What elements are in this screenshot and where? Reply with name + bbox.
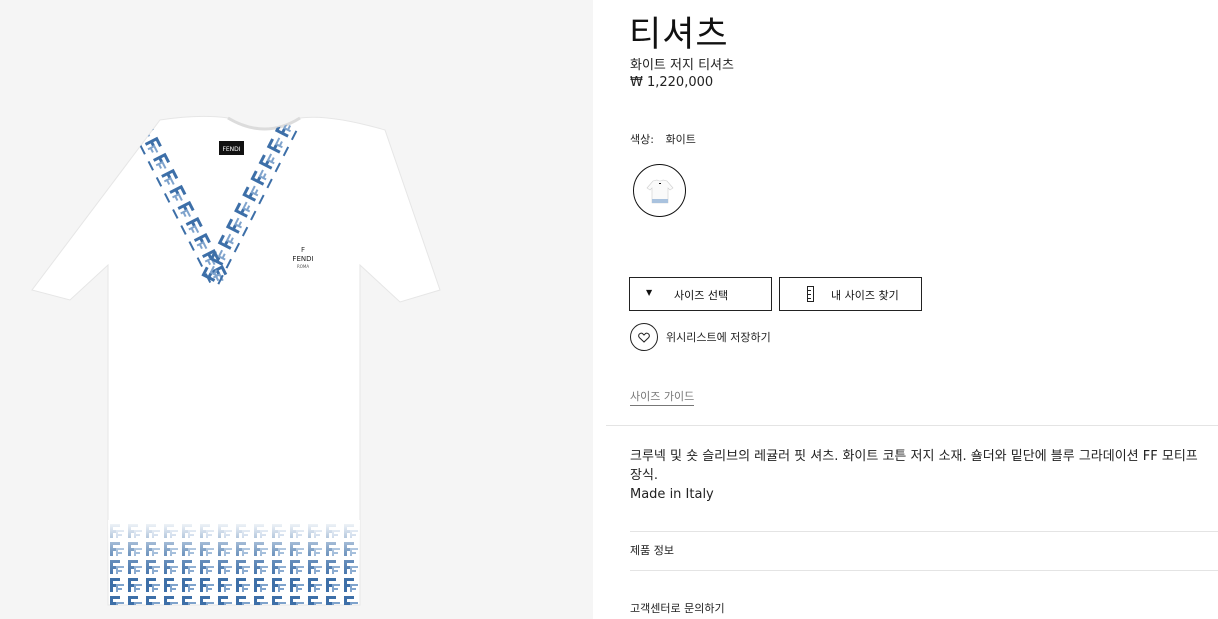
find-my-size-button[interactable]: 내 사이즈 찾기 [779, 277, 922, 311]
wishlist-button[interactable]: 위시리스트에 저장하기 [630, 323, 771, 351]
swatch-tshirt-thumbnail [646, 179, 673, 203]
chevron-down-icon: ▼ [646, 288, 653, 297]
neck-label-text: FENDI [222, 146, 240, 153]
product-description: 크루넥 및 숏 슬리브의 레귤러 핏 셔츠. 화이트 코튼 저지 소재. 숄더와… [630, 447, 1210, 504]
size-guide-link[interactable]: 사이즈 가이드 [630, 388, 695, 406]
product-image: FENDI F FENDI ROMA [31, 115, 441, 606]
accordion-divider [630, 531, 1218, 532]
heart-icon [630, 323, 658, 351]
size-select-button[interactable]: ▼ 사이즈 선택 [629, 277, 772, 311]
product-subtitle: 화이트 저지 티셔츠 [630, 58, 734, 73]
color-label: 색상: [630, 133, 654, 146]
ruler-icon [807, 286, 814, 302]
svg-text:F: F [301, 246, 305, 254]
find-my-size-label: 내 사이즈 찾기 [831, 289, 899, 302]
product-price: ₩ 1,220,000 [630, 75, 714, 90]
product-title: 티셔츠 [629, 15, 729, 55]
origin-text: Made in Italy [630, 487, 714, 502]
color-value: 화이트 [665, 133, 696, 146]
description-text: 크루넥 및 숏 슬리브의 레귤러 핏 셔츠. 화이트 코튼 저지 소재. 숄더와… [630, 449, 1198, 483]
accordion-contact[interactable]: 고객센터로 문의하기 [630, 600, 725, 616]
accordion-product-info[interactable]: 제품 정보 [630, 542, 674, 558]
product-info-panel: 티셔츠 화이트 저지 티셔츠 ₩ 1,220,000 색상: 화이트 ▼ 사이즈… [593, 0, 1218, 619]
color-row: 색상: 화이트 [630, 131, 696, 147]
accordion-divider [630, 570, 1218, 571]
size-select-label: 사이즈 선택 [674, 289, 729, 302]
wishlist-label: 위시리스트에 저장하기 [666, 331, 771, 344]
product-image-gallery[interactable]: FENDI F FENDI ROMA [0, 0, 593, 619]
chest-logo-brand: FENDI [292, 255, 313, 263]
color-swatch-white[interactable] [633, 164, 686, 217]
chest-logo-sub: ROMA [297, 264, 309, 269]
section-divider [606, 425, 1218, 426]
